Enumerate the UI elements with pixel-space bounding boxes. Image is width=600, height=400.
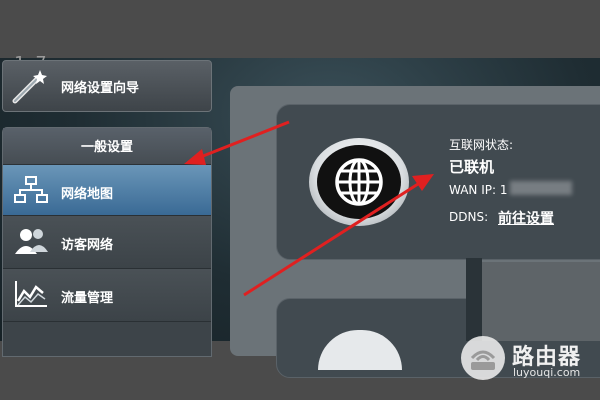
globe-icon[interactable] [331,155,387,209]
sidebar-item-label: 网络地图 [61,187,114,202]
menu-title: 一般设置 [3,128,211,165]
magic-wand-icon [12,70,47,104]
guest-network-icon [15,229,48,254]
sidebar-item-traffic-manager[interactable]: 流量管理 [3,269,211,322]
sidebar-item-label: 访客网络 [61,238,114,253]
sidebar-item-network-map[interactable]: 网络地图 [3,165,211,216]
traffic-manager-icon [15,281,47,307]
dark-divider [466,258,482,341]
gray-overlay-block [482,262,600,341]
wizard-label: 网络设置向导 [61,81,140,96]
sidebar-item-guest-network[interactable]: 访客网络 [3,216,211,269]
router-logo-icon [470,350,496,370]
sidebar-item-label: 流量管理 [61,291,114,306]
internet-status-value: 已联机 [449,158,495,176]
network-setup-wizard-button[interactable]: 网络设置向导 [2,60,212,112]
ddns-setup-link[interactable]: 前往设置 [498,208,554,228]
watermark-url: luyouqi.com [513,366,581,379]
top-letterbox [0,0,600,58]
network-map-icon [14,176,48,203]
wan-ip-redacted [510,181,572,195]
ddns-label: DDNS: [449,210,489,224]
wan-ip-label: WAN IP: 1 [449,183,508,197]
internet-status-label: 互联网状态: [449,138,514,152]
general-settings-menu: 一般设置 网络地图 访客网络 流量管理 [2,127,212,357]
